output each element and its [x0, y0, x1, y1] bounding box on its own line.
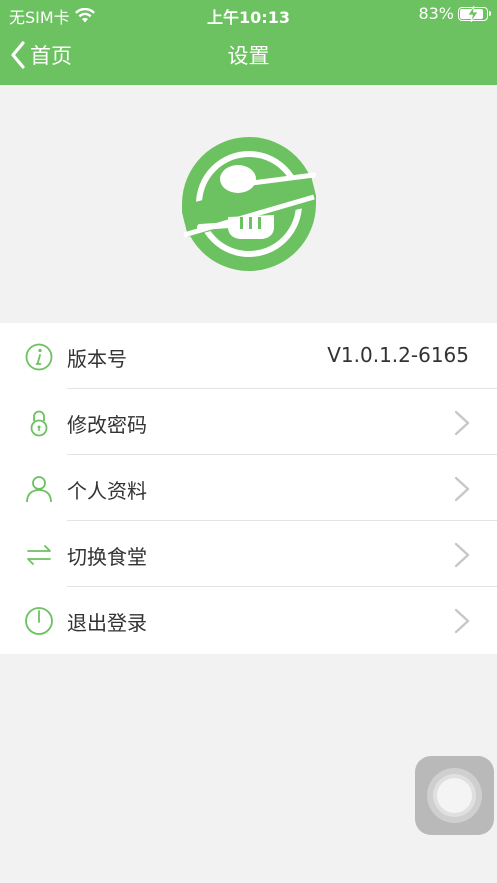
chevron-right-icon — [454, 476, 470, 502]
version-row: 版本号 V1.0.1.2-6165 — [0, 323, 497, 389]
change-password-label: 修改密码 — [67, 413, 147, 437]
version-label: 版本号 — [67, 347, 127, 371]
status-right: 83% — [418, 4, 491, 23]
chevron-right-icon — [454, 410, 470, 436]
version-value: V1.0.1.2-6165 — [327, 343, 469, 367]
battery-charging-icon — [458, 5, 491, 22]
page-title: 设置 — [227, 44, 270, 68]
spoon-fork-logo — [182, 137, 316, 271]
swap-icon — [27, 545, 51, 565]
user-icon — [26, 476, 52, 503]
assistive-center — [437, 778, 472, 813]
header: 无SIM卡 上午10:13 83% 首页 设置 — [0, 0, 497, 85]
bolt-icon — [467, 5, 479, 22]
lock-icon — [30, 410, 48, 437]
chevron-right-icon — [454, 542, 470, 568]
chevron-right-icon — [454, 608, 470, 634]
settings-list: 版本号 V1.0.1.2-6165 修改密码 个人资料 切换食堂 退出登录 — [0, 323, 497, 654]
power-icon — [25, 607, 53, 635]
change-password-row[interactable]: 修改密码 — [0, 389, 497, 455]
logout-label: 退出登录 — [67, 611, 147, 635]
switch-canteen-label: 切换食堂 — [67, 545, 147, 569]
assistive-touch-button[interactable] — [415, 756, 494, 835]
profile-row[interactable]: 个人资料 — [0, 455, 497, 521]
battery-percent: 83% — [418, 4, 454, 23]
status-bar: 无SIM卡 上午10:13 83% — [0, 0, 497, 28]
logout-row[interactable]: 退出登录 — [0, 587, 497, 653]
switch-canteen-row[interactable]: 切换食堂 — [0, 521, 497, 587]
logo-area — [0, 85, 497, 323]
info-icon — [25, 343, 53, 371]
profile-label: 个人资料 — [67, 479, 147, 503]
